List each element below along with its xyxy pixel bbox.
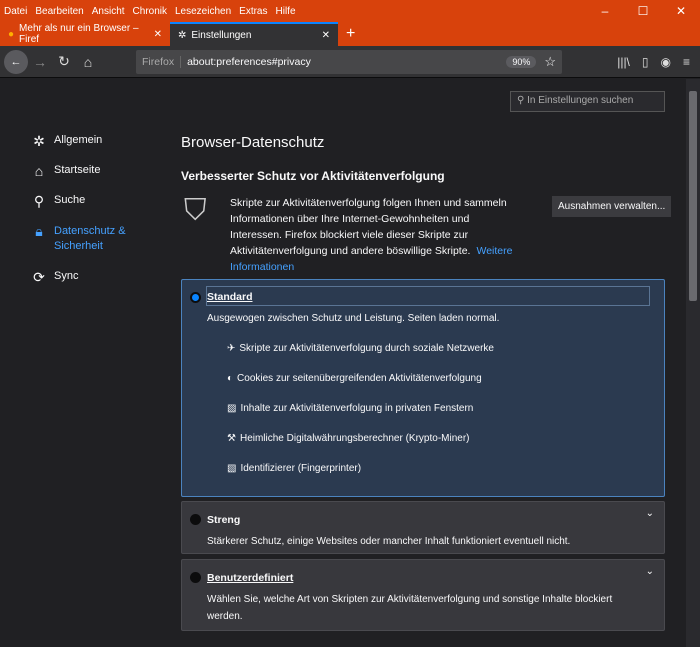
reload-button[interactable]: ↻: [52, 53, 76, 70]
scrollbar[interactable]: [686, 79, 700, 647]
tab-bar: ● Mehr als nur ein Browser – Firef ✕ ✲ Eins…: [0, 22, 700, 46]
home-button[interactable]: ⌂: [76, 54, 100, 70]
shield-icon: ⛉: [184, 194, 207, 227]
fingerprinter-icon: ▧: [227, 463, 237, 474]
sidebar-item-label: Sync: [54, 270, 79, 282]
option-description: Stärkerer Schutz, einige Websites oder m…: [207, 536, 571, 547]
feature-label: Inhalte zur Aktivitätenverfolgung in pri…: [240, 403, 474, 414]
social-tracker-icon: ✈︎: [227, 343, 236, 354]
sidebar-icon[interactable]: ▯: [642, 55, 649, 69]
tab-label: Mehr als nur ein Browser – Firef: [19, 23, 139, 45]
scrollbar-thumb[interactable]: [689, 91, 697, 301]
feature-tracking-content: ▨ Inhalte zur Aktivitätenverfolgung in pr…: [227, 403, 473, 414]
option-description: Ausgewogen zwischen Schutz und Leistung.…: [207, 313, 500, 324]
option-streng[interactable]: Streng Stärkerer Schutz, einige Websites…: [181, 501, 665, 554]
bookmark-star-icon[interactable]: ☆: [544, 54, 556, 70]
option-benutzerdefiniert[interactable]: Benutzerdefiniert Wählen Sie, welche Art…: [181, 559, 665, 631]
new-tab-button[interactable]: +: [338, 22, 363, 46]
sidebar-item-label: Datenschutz & Sicherheit: [54, 225, 126, 252]
menu-hilfe[interactable]: Hilfe: [276, 6, 296, 17]
cryptominer-icon: ⚒︎: [227, 433, 236, 444]
option-title: Streng: [207, 514, 241, 526]
feature-cryptominers: ⚒︎ Heimliche Digitalwährungsberechner (Kr…: [227, 433, 470, 444]
sync-icon: ⟳: [33, 269, 45, 285]
gear-icon: ✲: [33, 133, 45, 149]
gear-icon: ✲: [178, 29, 187, 41]
firefox-icon: ●: [8, 28, 15, 40]
option-description: Wählen Sie, welche Art von Skripten zur …: [207, 594, 613, 622]
page-title: Browser-Datenschutz: [181, 134, 325, 151]
search-icon: ⚲: [517, 95, 528, 106]
library-icon[interactable]: |||\: [617, 55, 630, 69]
tracking-description: Skripte zur Aktivitätenverfolgung folgen…: [230, 195, 520, 275]
option-title: Standard: [207, 291, 253, 303]
url-bar[interactable]: Firefox about:preferences#privacy 90% ☆: [136, 49, 562, 74]
title-bar: Datei Bearbeiten Ansicht Chronik Lesezeichen…: [0, 0, 700, 22]
search-icon: ⚲: [33, 193, 45, 209]
home-icon: ⌂: [34, 163, 44, 179]
radio-standard[interactable]: [190, 292, 201, 303]
menu-chronik[interactable]: Chronik: [133, 6, 167, 17]
sidebar-item-startseite[interactable]: ⌂ Startseite: [30, 164, 134, 178]
close-window-button[interactable]: ✕: [662, 4, 700, 18]
nav-toolbar: ← → ↻ ⌂ Firefox about:preferences#privac…: [0, 46, 700, 78]
search-placeholder: In Einstellungen suchen: [527, 95, 634, 106]
sidebar-item-allgemein[interactable]: ✲ Allgemein: [30, 134, 134, 148]
account-icon[interactable]: ◉: [661, 55, 671, 69]
sidebar-item-label: Suche: [54, 194, 86, 206]
feature-label: Identifizierer (Fingerprinter): [240, 463, 362, 474]
section-title: Verbesserter Schutz vor Aktivitätenverfo…: [181, 169, 445, 183]
option-standard[interactable]: Standard Ausgewogen zwischen Schutz und …: [181, 279, 665, 497]
preferences-content: ⚲ In Einstellungen suchen ✲ Allgemein ⌂ St…: [0, 79, 686, 647]
feature-label: Cookies zur seitenübergreifenden Aktivit…: [237, 373, 482, 384]
feature-label: Heimliche Digitalwährungsberechner (Kryp…: [239, 433, 470, 444]
menu-ansicht[interactable]: Ansicht: [92, 6, 125, 17]
sidebar-item-label: Allgemein: [54, 134, 103, 146]
hamburger-menu-icon[interactable]: ≡: [683, 55, 690, 69]
settings-search-input[interactable]: ⚲ In Einstellungen suchen: [510, 91, 665, 112]
url-input[interactable]: about:preferences#privacy: [187, 56, 311, 68]
tab-firefox[interactable]: ● Mehr als nur ein Browser – Firef ✕: [0, 22, 170, 46]
sidebar-item-sync[interactable]: ⟳ Sync: [30, 270, 134, 284]
chevron-down-icon[interactable]: ⌄: [646, 566, 654, 577]
sidebar-item-suche[interactable]: ⚲ Suche: [30, 194, 134, 208]
chevron-down-icon[interactable]: ⌄: [646, 508, 654, 519]
manage-exceptions-button[interactable]: Ausnahmen verwalten...: [552, 196, 672, 217]
zoom-indicator[interactable]: 90%: [506, 55, 537, 68]
tab-label: Einstellungen: [191, 29, 252, 41]
feature-fingerprinters: ▧ Identifizierer (Fingerprinter): [227, 463, 361, 474]
feature-cookies: ◐ Cookies zur seitenübergreifenden Aktivi…: [227, 373, 482, 384]
tab-einstellungen[interactable]: ✲ Einstellungen ✕: [170, 22, 338, 46]
close-tab-icon[interactable]: ✕: [322, 30, 330, 41]
menu-extras[interactable]: Extras: [239, 6, 267, 17]
menu-lesezeichen[interactable]: Lesezeichen: [175, 6, 231, 17]
close-tab-icon[interactable]: ✕: [154, 29, 162, 40]
feature-social-trackers: ✈︎ Skripte zur Aktivitätenverfolgung durc…: [227, 343, 494, 354]
option-title: Benutzerdefiniert: [207, 572, 294, 584]
radio-benutzerdefiniert[interactable]: [190, 572, 201, 583]
menu-datei[interactable]: Datei: [4, 6, 27, 17]
minimize-button[interactable]: –: [586, 4, 624, 18]
menu-bar: Datei Bearbeiten Ansicht Chronik Lesezeichen…: [4, 5, 304, 17]
feature-label: Skripte zur Aktivitätenverfolgung durch …: [239, 343, 494, 354]
sidebar: ✲ Allgemein ⌂ Startseite ⚲ Suche 🔒︎ Datensch…: [30, 134, 134, 300]
sidebar-item-label: Startseite: [54, 164, 101, 176]
forward-button[interactable]: →: [28, 54, 52, 70]
identity-label[interactable]: Firefox: [142, 55, 182, 68]
maximize-button[interactable]: ☐: [624, 4, 662, 18]
description-text: Skripte zur Aktivitätenverfolgung folgen…: [230, 197, 507, 257]
back-button[interactable]: ←: [4, 49, 28, 74]
tracking-content-icon: ▨: [227, 403, 237, 414]
radio-streng[interactable]: [190, 514, 201, 525]
lock-icon: 🔒︎: [35, 223, 43, 239]
cookie-icon: ◐: [227, 373, 234, 384]
sidebar-item-datenschutz[interactable]: 🔒︎ Datenschutz & Sicherheit: [30, 224, 134, 254]
menu-bearbeiten[interactable]: Bearbeiten: [35, 6, 83, 17]
